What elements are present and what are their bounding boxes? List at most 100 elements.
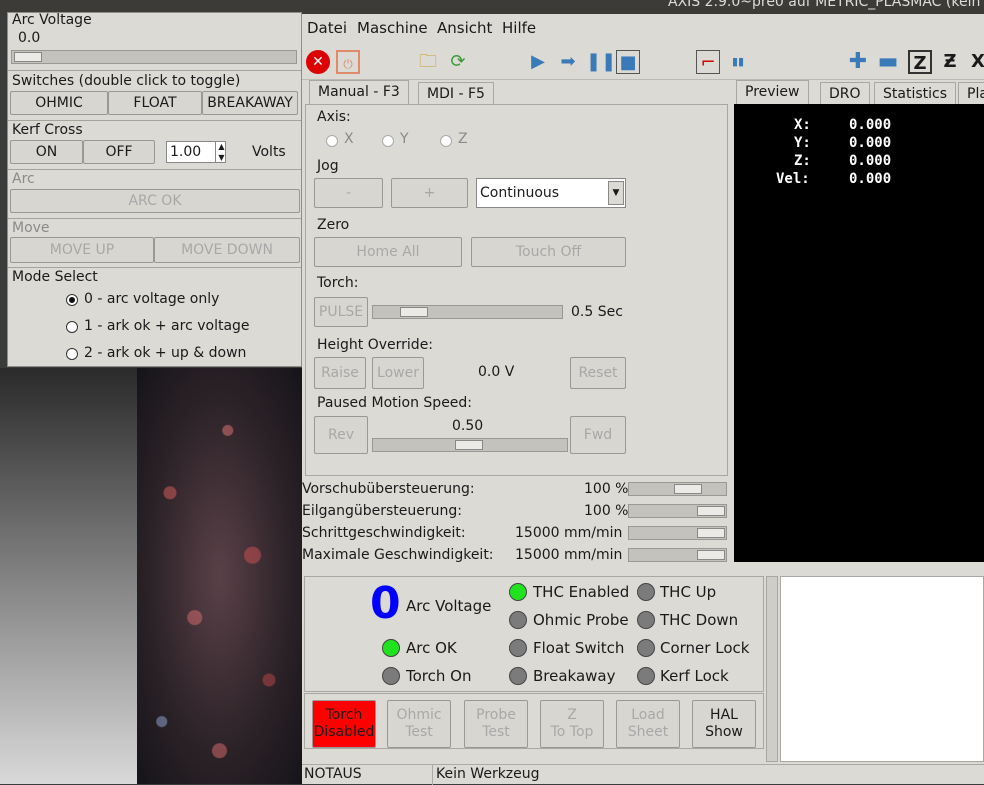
kerf-off-button[interactable]: OFF [83, 140, 155, 164]
view-z2-icon[interactable]: Ƶ [938, 50, 962, 74]
scrollbar[interactable] [766, 576, 778, 762]
jog-mode-select[interactable]: Continuous [476, 178, 626, 208]
feed-override-knob[interactable] [674, 484, 702, 494]
zoom-in-icon[interactable]: ✚ [846, 50, 870, 74]
kerf-cross-label: Kerf Cross [12, 122, 83, 138]
pulse-slider-knob[interactable] [400, 307, 428, 317]
probe-test-button[interactable]: Probe Test [464, 700, 528, 748]
max-velocity-slider[interactable] [628, 548, 727, 562]
zoom-out-icon[interactable]: ▬ [876, 50, 900, 74]
arc-ok-button[interactable]: ARC OK [10, 189, 300, 213]
tab-plasma[interactable]: Pla [958, 82, 984, 104]
ohmic-test-button[interactable]: Ohmic Test [387, 700, 451, 748]
jog-label: Jog [317, 158, 339, 174]
corner-lock-label: Corner Lock [660, 639, 750, 657]
load-sheet-button[interactable]: Load Sheet [616, 700, 680, 748]
pulse-button[interactable]: PULSE [314, 297, 368, 327]
desktop-wallpaper [137, 368, 302, 784]
mode-0-label: 0 - arc voltage only [84, 291, 220, 307]
rev-button[interactable]: Rev [314, 416, 368, 454]
jog-plus-button[interactable]: + [391, 178, 468, 208]
thc-down-label: THC Down [660, 611, 739, 629]
move-down-button[interactable]: MOVE DOWN [154, 237, 300, 263]
arc-voltage-slider-knob[interactable] [14, 52, 42, 62]
menu-ansicht[interactable]: Ansicht [437, 19, 492, 37]
tab-manual[interactable]: Manual - F3 [309, 80, 409, 104]
fwd-button[interactable]: Fwd [570, 416, 626, 454]
pulse-time-slider[interactable] [372, 305, 563, 319]
plasmac-testing-panel: Arc Voltage 0.0 Switches (double click t… [7, 12, 302, 367]
thc-enabled-led [509, 583, 527, 601]
stop-icon[interactable]: ■ [616, 50, 640, 74]
tab-statistics[interactable]: Statistics [874, 82, 956, 104]
hal-show-button[interactable]: HAL Show [692, 700, 756, 748]
breakaway-switch-button[interactable]: BREAKAWAY [202, 91, 298, 115]
estop-icon[interactable]: ✕ [306, 50, 330, 74]
menu-hilfe[interactable]: Hilfe [502, 19, 536, 37]
max-velocity-knob[interactable] [697, 550, 725, 560]
pause-icon[interactable]: ❚❚ [586, 50, 616, 74]
z-to-top-button[interactable]: Z To Top [540, 700, 604, 748]
touch-off-button[interactable]: Touch Off [471, 237, 626, 267]
dro-vel-label: Vel: [776, 171, 810, 187]
ohmic-button-line1: Ohmic [396, 707, 442, 723]
gcode-text-area[interactable] [780, 576, 984, 762]
menu-datei[interactable]: Datei [307, 19, 347, 37]
move-up-button[interactable]: MOVE UP [10, 237, 154, 263]
arc-voltage-big-value: 0 [370, 578, 401, 629]
tab-preview[interactable]: Preview [736, 80, 809, 104]
run-icon[interactable]: ▶ [526, 50, 550, 74]
axis-x-radio[interactable] [326, 135, 338, 147]
paused-speed-knob[interactable] [455, 440, 483, 450]
paused-speed-slider[interactable] [372, 438, 568, 452]
jog-speed-slider[interactable] [628, 526, 727, 540]
torch-disabled-button[interactable]: Torch Disabled [312, 700, 376, 748]
breakaway-label: Breakaway [533, 667, 616, 685]
ohmic-switch-button[interactable]: OHMIC [10, 91, 108, 115]
status-divider [432, 765, 433, 785]
reset-button[interactable]: Reset [570, 357, 626, 389]
block-delete-icon[interactable]: ⌐ [696, 50, 720, 74]
max-velocity-label: Maximale Geschwindigkeit: [302, 547, 494, 563]
tool-status: Kein Werkzeug [436, 766, 540, 782]
tab-mdi[interactable]: MDI - F5 [418, 82, 494, 104]
view-x-icon[interactable]: X [966, 50, 984, 74]
menu-maschine[interactable]: Maschine [357, 19, 428, 37]
corner-lock-led [637, 639, 655, 657]
paused-speed-value: 0.50 [452, 418, 484, 434]
rapid-override-knob[interactable] [697, 506, 725, 516]
chevron-down-icon[interactable]: ▼ [608, 181, 624, 205]
zero-label: Zero [317, 217, 350, 233]
rapid-override-slider[interactable] [628, 504, 727, 518]
ztop-button-line2: To Top [550, 724, 594, 740]
axis-z-label: Z [458, 131, 468, 147]
dro-x-label: X: [794, 117, 811, 133]
mode-1-radio[interactable] [66, 321, 78, 333]
kerf-unit-label: Volts [252, 144, 286, 160]
axis-y-label: Y [400, 131, 409, 147]
mode-2-label: 2 - ark ok + up & down [84, 345, 247, 361]
optional-stop-icon[interactable]: ▮▮ [726, 50, 750, 74]
view-z-icon[interactable]: Z [908, 50, 932, 74]
jog-speed-label: Schrittgeschwindigkeit: [302, 525, 466, 541]
arc-voltage-slider[interactable] [11, 50, 297, 64]
reload-icon[interactable]: ⟳ [446, 50, 470, 74]
power-icon[interactable]: ⏻ [336, 50, 360, 74]
home-all-button[interactable]: Home All [314, 237, 462, 267]
jog-speed-knob[interactable] [697, 528, 725, 538]
spin-arrows-icon[interactable]: ▲ ▼ [215, 141, 227, 163]
jog-minus-button[interactable]: - [314, 178, 383, 208]
kerf-on-button[interactable]: ON [10, 140, 83, 164]
tab-dro[interactable]: DRO [820, 82, 870, 104]
folder-icon[interactable]: 🗀 [416, 50, 440, 74]
axis-z-radio[interactable] [440, 135, 452, 147]
mode-0-radio[interactable] [66, 294, 78, 306]
float-switch-button[interactable]: FLOAT [108, 91, 202, 115]
raise-button[interactable]: Raise [314, 357, 366, 389]
lower-button[interactable]: Lower [372, 357, 424, 389]
preview-canvas[interactable]: X: 0.000 Y: 0.000 Z: 0.000 Vel: 0.000 [734, 104, 984, 562]
mode-2-radio[interactable] [66, 348, 78, 360]
feed-override-slider[interactable] [628, 482, 727, 496]
step-icon[interactable]: ➡ [556, 50, 580, 74]
axis-y-radio[interactable] [382, 135, 394, 147]
